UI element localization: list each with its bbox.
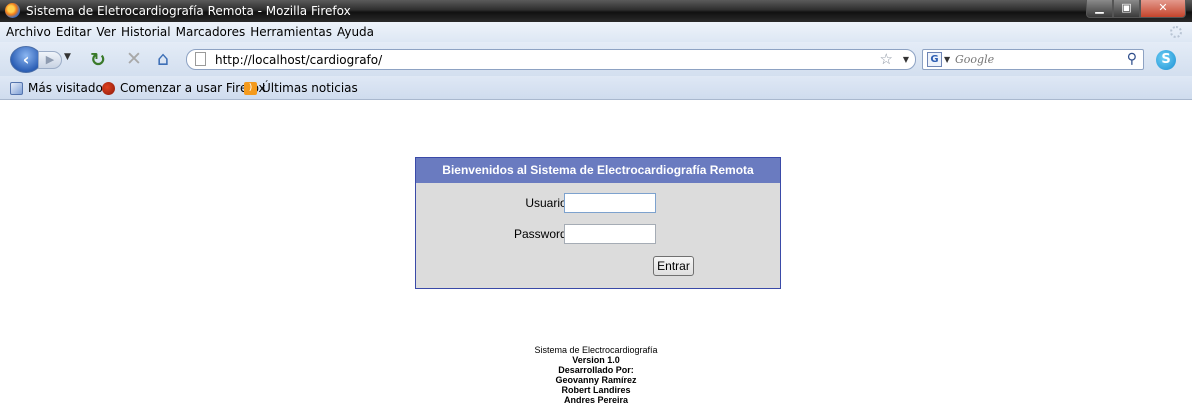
footer: Sistema de Electrocardiografía Version 1… [0, 345, 1192, 405]
password-row: Password: [416, 224, 780, 246]
stop-icon[interactable]: ✕ [126, 48, 142, 70]
throbber-icon [1170, 26, 1182, 38]
bookmark-mas-visitados[interactable]: Más visitados [10, 81, 109, 95]
username-input[interactable] [564, 193, 656, 213]
forward-arrow-icon: ▶ [45, 53, 55, 66]
url-bar[interactable]: http://localhost/cardiografo/ ☆ ▼ [186, 49, 916, 70]
menu-ver[interactable]: Ver [96, 22, 121, 39]
maximize-button[interactable]: ▣ [1113, 0, 1140, 18]
footer-developed-by: Desarrollado Por: [558, 365, 634, 375]
bookmarks-toolbar: Más visitados Comenzar a usar Firefox ) … [0, 76, 1192, 100]
bookmark-star-icon[interactable]: ☆ [880, 50, 893, 68]
window-title-bar[interactable]: Sistema de Eletrocardiografía Remota - M… [0, 0, 1192, 22]
engine-dropdown-icon[interactable]: ▼ [944, 55, 950, 64]
google-engine-icon[interactable]: G [927, 52, 942, 67]
menu-herramientas[interactable]: Herramientas [250, 22, 337, 39]
window-controls: ▁ ▣ ✕ [1086, 0, 1186, 18]
username-row: Usuario: [416, 193, 780, 215]
url-dropdown-icon[interactable]: ▼ [903, 55, 909, 64]
reload-icon[interactable]: ↻ [90, 49, 106, 71]
url-text[interactable]: http://localhost/cardiografo/ [215, 53, 382, 67]
window-title: Sistema de Eletrocardiografía Remota - M… [26, 4, 351, 18]
footer-author: Robert Landires [561, 385, 631, 395]
bookmark-label: Últimas noticias [262, 81, 358, 95]
firefox-logo-icon [5, 3, 20, 18]
bookmark-label: Más visitados [28, 81, 110, 95]
footer-author: Andres Pereira [563, 395, 629, 405]
minimize-button[interactable]: ▁ [1086, 0, 1113, 18]
forward-button[interactable]: ▶ [38, 51, 62, 69]
footer-author: Geovanny Ramírez [555, 375, 637, 385]
skype-icon[interactable]: S [1156, 50, 1176, 70]
password-input[interactable] [564, 224, 656, 244]
navigation-toolbar: ‹ ▶ ▼ ↻ ✕ ⌂ http://localhost/cardiografo… [0, 42, 1192, 76]
login-header: Bienvenidos al Sistema de Electrocardiog… [416, 158, 780, 183]
search-box[interactable]: G ▼ ⚲ [922, 49, 1144, 70]
menu-archivo[interactable]: Archivo [6, 22, 56, 39]
firefox-bookmark-icon [102, 81, 115, 95]
footer-system-name: Sistema de Electrocardiografía [534, 345, 658, 355]
history-dropdown-icon[interactable]: ▼ [64, 52, 71, 62]
password-label: Password: [513, 227, 570, 241]
login-panel: Bienvenidos al Sistema de Electrocardiog… [415, 157, 781, 289]
menu-editar[interactable]: Editar [56, 22, 97, 39]
most-visited-icon [10, 81, 23, 95]
footer-version: Version 1.0 [572, 355, 620, 365]
rss-icon: ) [244, 81, 257, 95]
close-button[interactable]: ✕ [1140, 0, 1186, 18]
menu-bar: Archivo Editar Ver Historial Marcadores … [0, 22, 1192, 42]
menu-historial[interactable]: Historial [121, 22, 176, 39]
login-button[interactable]: Entrar [653, 256, 694, 276]
menu-ayuda[interactable]: Ayuda [337, 22, 379, 39]
search-icon[interactable]: ⚲ [1127, 51, 1137, 67]
page-icon [195, 52, 206, 66]
home-icon[interactable]: ⌂ [157, 48, 169, 70]
menu-marcadores[interactable]: Marcadores [176, 22, 251, 39]
search-input[interactable] [955, 53, 1105, 66]
bookmark-ultimas-noticias[interactable]: ) Últimas noticias [244, 81, 358, 95]
bookmark-comenzar[interactable]: Comenzar a usar Firefox [102, 81, 266, 95]
